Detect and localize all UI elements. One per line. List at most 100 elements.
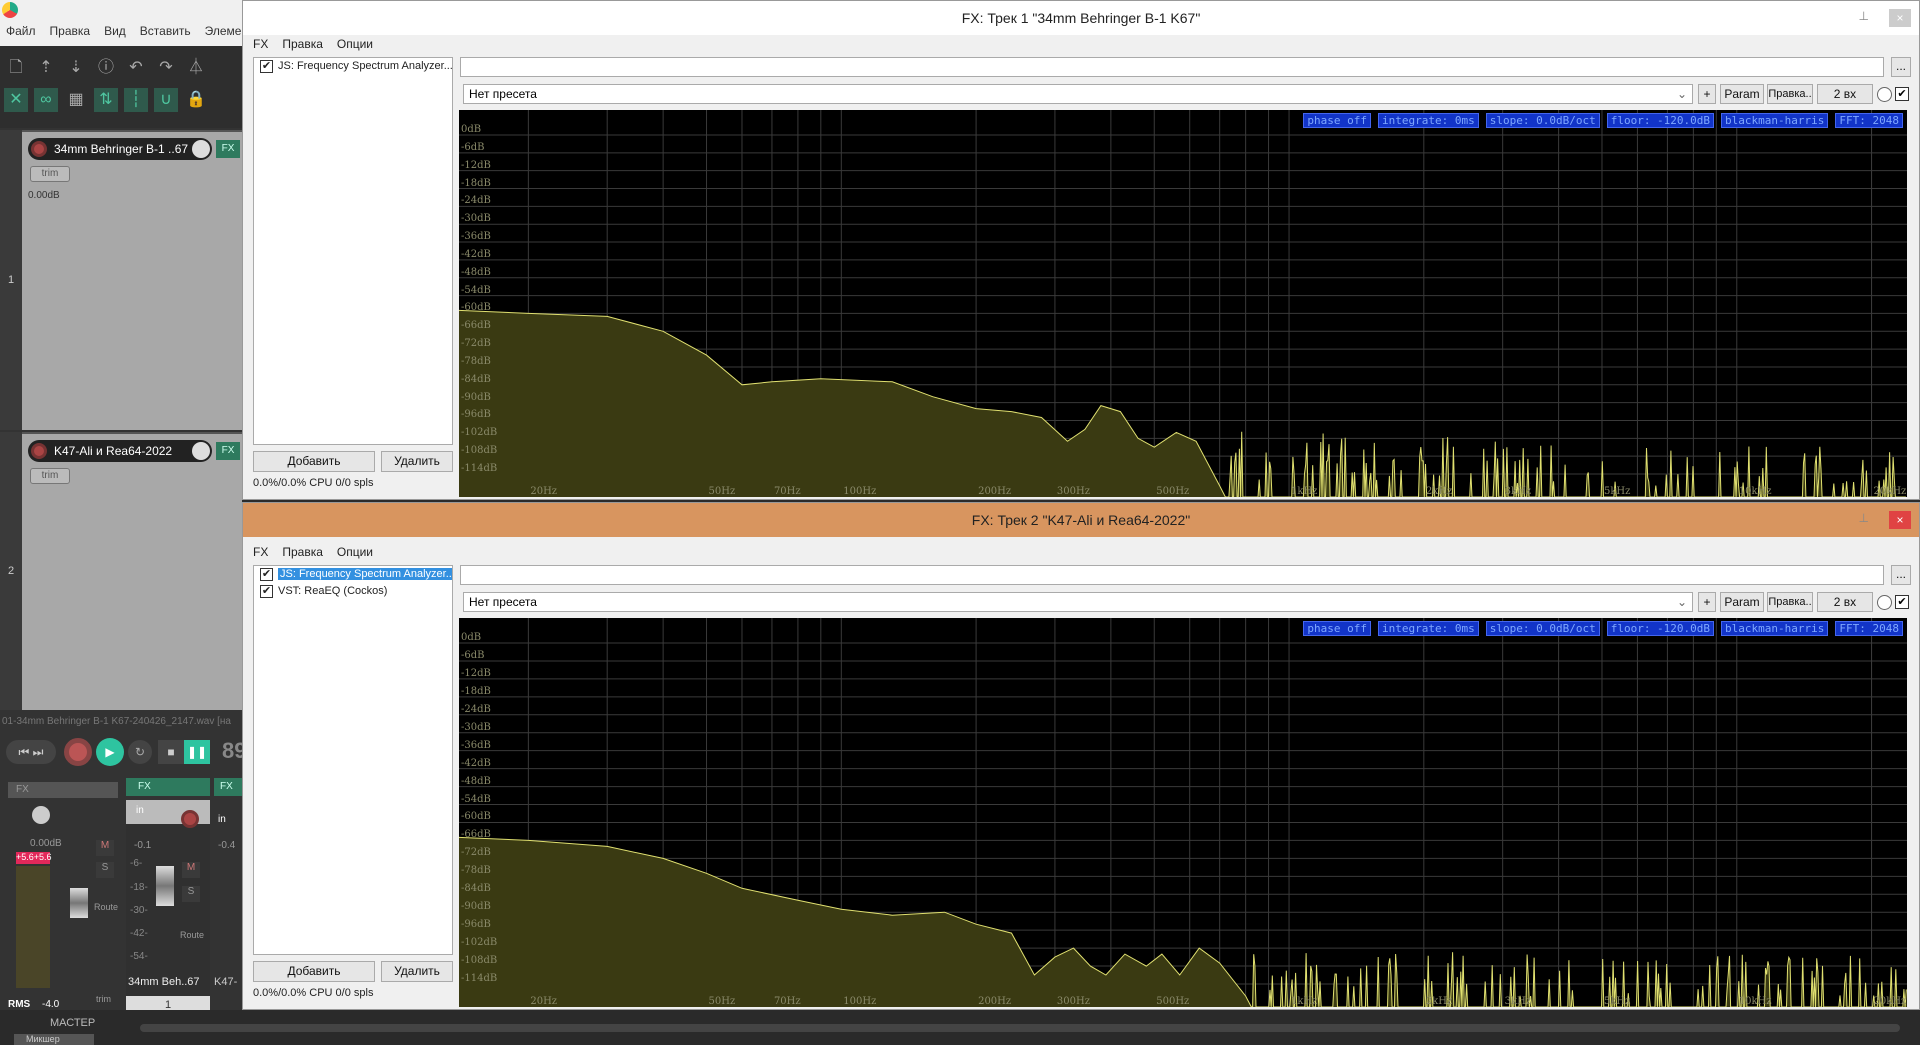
bypass-checkbox[interactable]: ✔ <box>1895 595 1909 609</box>
ch1-solo-button[interactable]: S <box>182 886 200 902</box>
menu-item[interactable]: Файл <box>6 24 36 38</box>
master-trim-button[interactable]: trim <box>96 994 111 1004</box>
bypass-checkbox[interactable]: ✔ <box>1895 87 1909 101</box>
master-mute-button[interactable]: M <box>96 840 114 856</box>
menu-item[interactable]: Правка <box>50 24 91 38</box>
mixer-tab[interactable]: Микшер <box>14 1034 94 1045</box>
menu-item[interactable]: Правка <box>282 37 323 51</box>
preset-select[interactable]: Нет пресета ⌄ <box>463 84 1693 104</box>
track-fx-button[interactable]: FX <box>216 140 240 158</box>
menu-item[interactable]: FX <box>253 37 268 51</box>
master-fx-button[interactable]: FX <box>8 782 118 798</box>
fx-list-item[interactable]: ✔ JS: Frequency Spectrum Analyzer... <box>254 58 452 75</box>
trim-button[interactable]: trim <box>30 166 70 182</box>
goto-start-end-buttons[interactable]: ⏮ ⏭ <box>6 740 56 764</box>
track-name[interactable]: 34mm Behringer B-1 ..67 <box>28 138 212 160</box>
save-project-icon[interactable]: ⇣ <box>64 56 88 80</box>
lock-icon[interactable]: 🔒 <box>184 88 208 112</box>
remove-fx-button[interactable]: Удалить <box>381 961 453 982</box>
param-button[interactable]: Param <box>1720 84 1764 104</box>
analyzer-param[interactable]: blackman-harris <box>1721 621 1829 636</box>
analyzer-param[interactable]: floor: -120.0dB <box>1606 113 1715 128</box>
group-link-icon[interactable]: ∞ <box>34 88 58 112</box>
master-pan-knob[interactable] <box>32 806 50 824</box>
menu-item[interactable]: Опции <box>337 545 373 559</box>
info-icon[interactable]: ⓘ <box>94 56 118 80</box>
checkbox[interactable]: ✔ <box>260 568 273 581</box>
wet-knob[interactable] <box>1877 595 1892 610</box>
more-button[interactable]: ... <box>1891 565 1911 585</box>
track-2[interactable]: K47-Ali и Rea64-2022 FX trim <box>22 432 242 710</box>
master-solo-button[interactable]: S <box>96 862 114 878</box>
ch1-fx-button[interactable]: FX <box>126 778 210 796</box>
fx-chain-list[interactable]: ✔ JS: Frequency Spectrum Analyzer... ✔ VST:… <box>253 565 453 955</box>
fx-name-input[interactable] <box>460 565 1884 585</box>
fx-chain-list[interactable]: ✔ JS: Frequency Spectrum Analyzer... <box>253 57 453 445</box>
ch1-mute-button[interactable]: M <box>182 862 200 878</box>
analyzer-param[interactable]: floor: -120.0dB <box>1606 621 1715 636</box>
track-name[interactable]: K47-Ali и Rea64-2022 <box>28 440 212 462</box>
analyzer-param[interactable]: phase off <box>1303 113 1372 128</box>
menu-item[interactable]: FX <box>253 545 268 559</box>
stop-button[interactable]: ■ <box>158 740 184 764</box>
analyzer-param[interactable]: blackman-harris <box>1721 113 1829 128</box>
checkbox[interactable]: ✔ <box>260 585 273 598</box>
master-route-button[interactable]: Route <box>94 902 118 912</box>
track-fx-button[interactable]: FX <box>216 442 240 460</box>
repeat-button[interactable]: ↻ <box>128 740 152 764</box>
add-preset-button[interactable]: + <box>1698 592 1716 612</box>
analyzer-param[interactable]: integrate: 0ms <box>1378 113 1479 128</box>
record-arm-icon[interactable] <box>31 443 47 459</box>
envelope-link-icon[interactable]: ⇅ <box>94 88 118 112</box>
horizontal-scrollbar[interactable] <box>140 1024 1900 1032</box>
wet-knob[interactable] <box>1877 87 1892 102</box>
edit-button[interactable]: Правка.. <box>1767 84 1813 104</box>
ch1-record-arm-icon[interactable] <box>181 810 199 828</box>
pin-icon[interactable]: ⊥ <box>1859 511 1869 525</box>
analyzer-param[interactable]: FFT: 2048 <box>1835 113 1903 128</box>
add-preset-button[interactable]: + <box>1698 84 1716 104</box>
param-button[interactable]: Param <box>1720 592 1764 612</box>
menu-item[interactable]: Опции <box>337 37 373 51</box>
menu-item[interactable]: Вид <box>104 24 126 38</box>
grid-icon[interactable]: ▦ <box>64 88 88 112</box>
fx-list-item[interactable]: ✔ VST: ReaEQ (Cockos) <box>254 583 452 600</box>
ripple-edit-icon[interactable]: ✕ <box>4 88 28 112</box>
fx-name-input[interactable] <box>460 57 1884 77</box>
ch1-fader[interactable] <box>156 866 174 906</box>
volume-knob[interactable] <box>192 140 210 158</box>
undo-icon[interactable]: ↶ <box>124 56 148 80</box>
io-button[interactable]: 2 вх <box>1817 84 1873 104</box>
analyzer-param[interactable]: slope: 0.0dB/oct <box>1485 621 1600 636</box>
close-button[interactable]: × <box>1889 9 1911 27</box>
snap-grid-icon[interactable]: ┆ <box>124 88 148 112</box>
pause-button[interactable]: ❚❚ <box>184 740 210 764</box>
snap-magnet-icon[interactable]: ∪ <box>154 88 178 112</box>
edit-button[interactable]: Правка.. <box>1767 592 1813 612</box>
preset-select[interactable]: Нет пресета ⌄ <box>463 592 1693 612</box>
analyzer-param[interactable]: slope: 0.0dB/oct <box>1485 113 1600 128</box>
checkbox[interactable]: ✔ <box>260 60 273 73</box>
metronome-icon[interactable]: ⏃ <box>184 56 208 80</box>
track-1[interactable]: 34mm Behringer B-1 ..67 FX trim 0.00dB <box>22 130 242 430</box>
record-arm-icon[interactable] <box>31 141 47 157</box>
analyzer-param[interactable]: FFT: 2048 <box>1835 621 1903 636</box>
master-fader[interactable] <box>70 888 88 918</box>
io-button[interactable]: 2 вх <box>1817 592 1873 612</box>
redo-icon[interactable]: ↷ <box>154 56 178 80</box>
record-button[interactable] <box>64 738 92 766</box>
open-project-icon[interactable]: ⇡ <box>34 56 58 80</box>
close-button[interactable]: × <box>1889 511 1911 529</box>
play-button[interactable]: ▶ <box>96 738 124 766</box>
new-project-icon[interactable]: 🗋 <box>4 56 28 80</box>
menu-item[interactable]: Правка <box>282 545 323 559</box>
ch2-input[interactable]: in <box>218 814 226 825</box>
more-button[interactable]: ... <box>1891 57 1911 77</box>
menu-item[interactable]: Вставить <box>140 24 191 38</box>
add-fx-button[interactable]: Добавить <box>253 451 375 472</box>
ch1-input[interactable]: in <box>126 800 210 828</box>
pin-icon[interactable]: ⊥ <box>1859 9 1869 23</box>
add-fx-button[interactable]: Добавить <box>253 961 375 982</box>
fx-list-item[interactable]: ✔ JS: Frequency Spectrum Analyzer... <box>254 566 452 583</box>
remove-fx-button[interactable]: Удалить <box>381 451 453 472</box>
